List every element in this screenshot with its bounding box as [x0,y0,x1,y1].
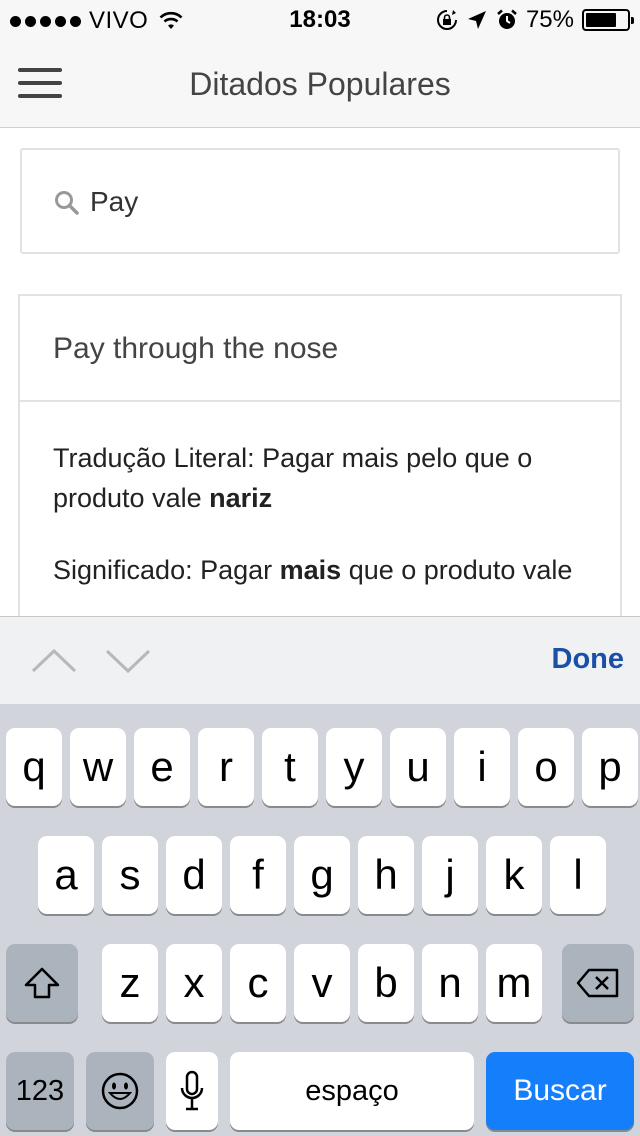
key-v[interactable]: v [294,944,350,1022]
keyboard-accessory-bar: Done [0,616,640,704]
key-o[interactable]: o [518,728,574,806]
key-label: e [150,743,174,790]
alarm-icon [497,9,517,29]
battery-icon [582,9,634,31]
chevron-down-icon[interactable] [104,641,152,681]
phrase-title: Pay through the nose [20,296,620,402]
search-input[interactable] [90,180,590,224]
meaning-pre: Pagar [200,555,280,585]
key-label: p [598,743,622,790]
key-p[interactable]: p [582,728,638,806]
key-h[interactable]: h [358,836,414,914]
key-label: o [534,743,558,790]
key-e[interactable]: e [134,728,190,806]
key-c[interactable]: c [230,944,286,1022]
space-key[interactable]: espaço [230,1052,474,1130]
key-label: s [119,851,141,898]
numbers-label: 123 [15,1074,65,1107]
key-label: g [310,851,334,898]
numbers-key[interactable]: 123 [6,1052,74,1130]
key-label: f [252,851,264,898]
location-arrow-icon [467,11,486,29]
battery-fill [586,13,616,27]
chevron-up-icon[interactable] [30,641,78,681]
literal-translation: Tradução Literal: Pagar mais pelo que o … [53,438,587,518]
key-w[interactable]: w [70,728,126,806]
key-label: j [445,851,455,898]
meaning-bold: mais [279,555,342,585]
key-label: w [82,743,114,790]
key-label: q [22,743,46,790]
key-label: a [54,851,78,898]
key-label: k [503,851,525,898]
key-t[interactable]: t [262,728,318,806]
key-label: x [183,959,205,1006]
key-a[interactable]: a [38,836,94,914]
shift-icon [24,967,60,999]
literal-label: Tradução Literal: [53,443,263,473]
search-action-key[interactable]: Buscar [486,1052,634,1130]
meaning: Significado: Pagar mais que o produto va… [53,550,587,590]
done-button[interactable]: Done [552,643,625,676]
key-label: u [406,743,430,790]
battery-percentage: 75% [525,6,574,33]
search-icon [55,191,79,215]
emoji-key[interactable] [86,1052,154,1130]
meaning-label: Significado: [53,555,201,585]
key-m[interactable]: m [486,944,542,1022]
key-y[interactable]: y [326,728,382,806]
card-body: Tradução Literal: Pagar mais pelo que o … [20,402,620,590]
key-s[interactable]: s [102,836,158,914]
key-i[interactable]: i [454,728,510,806]
key-label: h [374,851,398,898]
key-f[interactable]: f [230,836,286,914]
rotation-lock-icon [436,10,457,30]
key-q[interactable]: q [6,728,62,806]
key-label: v [311,959,333,1006]
key-j[interactable]: j [422,836,478,914]
key-r[interactable]: r [198,728,254,806]
space-label: espaço [305,1074,399,1107]
key-label: c [247,959,269,1006]
key-b[interactable]: b [358,944,414,1022]
key-label: z [119,959,141,1006]
key-x[interactable]: x [166,944,222,1022]
key-label: m [496,959,532,1006]
key-z[interactable]: z [102,944,158,1022]
key-label: b [374,959,398,1006]
emoji-icon [101,1072,139,1110]
nav-bar: Ditados Populares [0,40,640,128]
literal-bold: nariz [209,483,273,513]
status-bar: VIVO 18:03 75% [0,0,640,40]
search-action-label: Buscar [513,1074,607,1107]
key-d[interactable]: d [166,836,222,914]
key-label: y [343,743,365,790]
search-box[interactable] [20,148,620,254]
status-right: 75% [436,6,634,34]
key-label: d [182,851,206,898]
backspace-icon [576,968,619,998]
key-label: r [219,743,233,790]
backspace-key[interactable] [562,944,634,1022]
shift-key[interactable] [6,944,78,1022]
key-n[interactable]: n [422,944,478,1022]
key-k[interactable]: k [486,836,542,914]
page-title: Ditados Populares [189,66,451,102]
key-u[interactable]: u [390,728,446,806]
keyboard: qwer tyuiop asdfghj k l zxcvbnm 123 espaço … [0,704,640,1136]
microphone-key[interactable] [166,1052,218,1130]
key-label: n [438,959,462,1006]
app-screen: VIVO 18:03 75% Ditados Populares Pay Pay… [0,0,640,1136]
meaning-post: que o produto vale [341,555,573,585]
key-g[interactable]: g [294,836,350,914]
key-label: t [284,743,296,790]
key-label: l [573,851,583,898]
key-l[interactable]: l [550,836,606,914]
key-label: i [477,743,487,790]
microphone-icon [180,1070,204,1111]
